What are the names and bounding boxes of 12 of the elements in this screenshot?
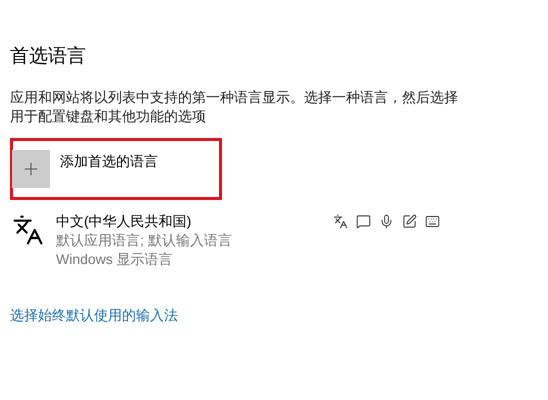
language-name[interactable]: 中文(中华人民共和国) (56, 212, 232, 231)
input-method-link[interactable]: 选择始终默认使用的输入法 (10, 305, 178, 326)
pencil-icon (402, 214, 417, 229)
language-icon (333, 214, 348, 229)
microphone-icon (379, 214, 394, 229)
speech-bubble-icon (356, 214, 371, 229)
section-heading: 首选语言 (10, 45, 87, 69)
add-language-button[interactable]: 添加首选的语言 (12, 150, 158, 188)
keyboard-icon (425, 214, 440, 229)
language-detail: 默认应用语言; 默认输入语言 (56, 231, 232, 250)
description-text: 应用和网站将以列表中支持的第一种语言显示。选择一种语言，然后选择用于配置键盘和其他功能的选项 (10, 88, 459, 126)
language-detail: Windows 显示语言 (56, 250, 174, 269)
